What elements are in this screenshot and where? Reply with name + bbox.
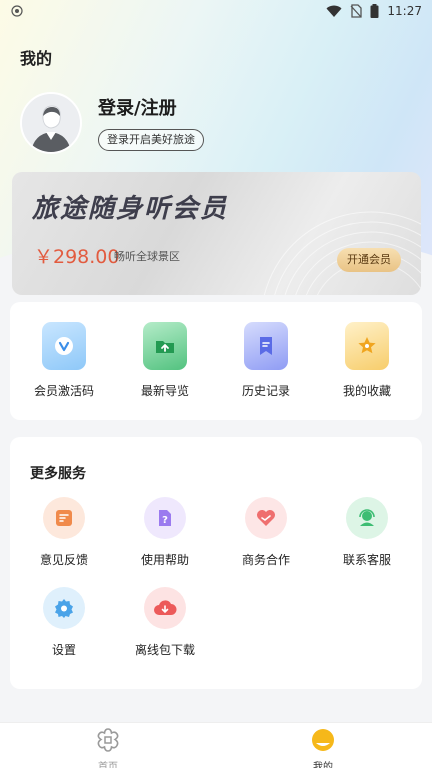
battery-icon (370, 4, 379, 18)
service-help[interactable]: ? 使用帮助 (115, 497, 215, 568)
service-label: 意见反馈 (39, 553, 88, 567)
service-label: 商务合作 (241, 553, 290, 567)
status-bar: 11:27 (0, 0, 432, 22)
open-vip-button[interactable]: 开通会员 (337, 248, 401, 272)
service-feedback[interactable]: 意见反馈 (14, 497, 114, 568)
quick-action-label: 我的收藏 (342, 384, 391, 398)
status-time: 11:27 (387, 4, 422, 18)
cloud-download-icon (144, 587, 186, 629)
vinyl-record-decoration (263, 211, 421, 295)
default-avatar-icon (22, 94, 80, 152)
vip-membership-card[interactable]: 旅途随身听会员 ￥298.00 畅听全球景区 开通会员 (12, 172, 421, 295)
login-register-link[interactable]: 登录/注册 (98, 94, 177, 120)
quick-actions-card: 会员激活码 最新导览 历史记录 我的收藏 (10, 302, 422, 420)
quick-action-new-guide[interactable]: 最新导览 (115, 322, 215, 399)
heart-handshake-icon (245, 497, 287, 539)
quick-action-label: 历史记录 (241, 384, 290, 398)
avatar[interactable] (20, 92, 82, 154)
quick-action-label: 会员激活码 (33, 384, 94, 398)
page-title: 我的 (20, 49, 53, 68)
quick-action-history[interactable]: 历史记录 (216, 322, 316, 399)
vip-price: ￥298.00 (34, 246, 120, 268)
no-sim-icon (350, 4, 363, 18)
nav-home-label: 首页 (98, 762, 118, 768)
vip-code-icon (42, 322, 86, 370)
quick-action-vip-code[interactable]: 会员激活码 (14, 322, 114, 399)
help-icon: ? (144, 497, 186, 539)
more-services-card: 更多服务 意见反馈 ? 使用帮助 商务合作 联系客服 设置 离线包下载 (10, 437, 422, 689)
svg-text:?: ? (162, 515, 168, 526)
service-customer-support[interactable]: 联系客服 (317, 497, 417, 568)
history-icon (244, 322, 288, 370)
settings-gear-icon (43, 587, 85, 629)
service-business[interactable]: 商务合作 (216, 497, 316, 568)
nav-profile[interactable]: 我的 (293, 727, 353, 768)
quick-action-label: 最新导览 (140, 384, 189, 398)
service-settings[interactable]: 设置 (14, 587, 114, 658)
service-label: 使用帮助 (140, 553, 189, 567)
customer-service-icon (346, 497, 388, 539)
favorite-star-icon (345, 322, 389, 370)
app-notification-icon (11, 5, 23, 17)
login-subtitle-button[interactable]: 登录开启美好旅途 (98, 129, 204, 151)
nav-profile-label: 我的 (313, 762, 333, 768)
more-services-title: 更多服务 (30, 466, 86, 482)
home-flower-icon (97, 728, 119, 752)
feedback-icon (43, 497, 85, 539)
nav-home[interactable]: 首页 (78, 727, 138, 768)
service-label: 离线包下载 (134, 643, 195, 657)
bottom-nav: 首页 我的 (0, 722, 432, 768)
service-label: 联系客服 (342, 553, 391, 567)
quick-action-favorites[interactable]: 我的收藏 (317, 322, 417, 399)
service-offline-download[interactable]: 离线包下载 (115, 587, 215, 658)
new-guide-icon (143, 322, 187, 370)
profile-smile-icon (312, 729, 334, 751)
wifi-icon (326, 5, 342, 17)
vip-description: 畅听全球景区 (114, 250, 180, 263)
service-label: 设置 (51, 643, 76, 657)
vip-title: 旅途随身听会员 (32, 194, 229, 224)
